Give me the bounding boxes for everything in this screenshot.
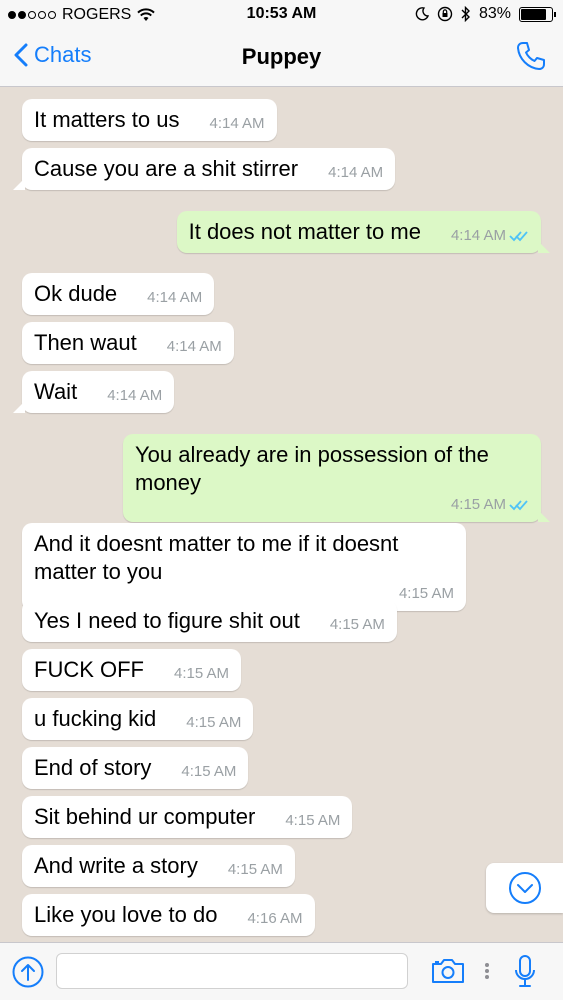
message-bubble[interactable]: And write a story 4:15 AM: [22, 845, 295, 887]
phone-icon: [517, 42, 545, 70]
message-time: 4:14 AM: [328, 164, 384, 181]
message-text: It matters to us: [34, 107, 180, 132]
chat-header: Chats Puppey: [0, 30, 563, 87]
battery-percent: 83%: [478, 5, 511, 22]
call-button[interactable]: [515, 40, 547, 77]
camera-icon: [432, 959, 464, 983]
message-text: Sit behind ur computer: [34, 804, 256, 829]
message-time: 4:14 AM: [147, 289, 203, 306]
message-time: 4:15 AM: [450, 496, 506, 513]
scroll-to-bottom-button[interactable]: [486, 863, 563, 913]
message-time: 4:15 AM: [227, 861, 283, 878]
message-text: Then waut: [34, 330, 137, 355]
message-bubble[interactable]: It matters to us 4:14 AM: [22, 99, 277, 141]
message-bubble[interactable]: Yes I need to figure shit out 4:15 AM: [22, 600, 397, 642]
attach-button[interactable]: [12, 956, 44, 993]
microphone-button[interactable]: [514, 954, 536, 995]
message-text: Yes I need to figure shit out: [34, 608, 300, 633]
message-bubble[interactable]: Cause you are a shit stirrer 4:14 AM: [12, 148, 396, 190]
message-text: You already are in possession of the mon…: [135, 442, 489, 495]
message-bubble[interactable]: Ok dude 4:14 AM: [22, 273, 215, 315]
double-check-icon: [509, 231, 528, 242]
camera-button[interactable]: [430, 957, 466, 990]
contact-name[interactable]: Puppey: [0, 44, 563, 70]
message-time: 4:15 AM: [174, 665, 230, 682]
moon-icon: [415, 7, 429, 21]
message-bubble[interactable]: And it doesnt matter to me if it doesnt …: [22, 523, 466, 611]
message-bubble[interactable]: Sit behind ur computer 4:15 AM: [22, 796, 353, 838]
message-text: Wait: [34, 379, 78, 404]
message-time: 4:15 AM: [285, 812, 341, 829]
message-bubble[interactable]: Then waut 4:14 AM: [22, 322, 234, 364]
more-dots-icon: [485, 963, 489, 979]
message-time: 4:14 AM: [166, 338, 222, 355]
message-bubble[interactable]: Wait 4:14 AM: [12, 371, 175, 413]
message-text: It does not matter to me: [188, 219, 421, 244]
message-time: 4:14 AM: [107, 387, 163, 404]
message-text: Like you love to do: [34, 902, 218, 927]
message-text: And it doesnt matter to me if it doesnt …: [34, 531, 399, 584]
microphone-icon: [515, 955, 535, 987]
rotation-lock-icon: [437, 6, 453, 22]
composer-bar: [0, 942, 563, 1000]
message-time: 4:15 AM: [186, 714, 242, 731]
message-list[interactable]: It matters to us 4:14 AM Cause you are a …: [0, 87, 563, 942]
message-bubble[interactable]: FUCK OFF 4:15 AM: [22, 649, 242, 691]
message-text: Cause you are a shit stirrer: [34, 156, 299, 181]
message-time: 4:14 AM: [450, 227, 506, 244]
message-text: FUCK OFF: [34, 657, 144, 682]
message-input[interactable]: [56, 953, 408, 989]
message-bubble[interactable]: You already are in possession of the mon…: [123, 434, 550, 522]
message-text: Ok dude: [34, 281, 118, 306]
message-bubble[interactable]: It does not matter to me 4:14 AM: [176, 211, 551, 253]
message-time: 4:14 AM: [209, 115, 265, 132]
chevron-down-icon: [508, 872, 541, 904]
bluetooth-icon: [461, 6, 470, 22]
message-bubble[interactable]: End of story 4:15 AM: [22, 747, 249, 789]
message-text: End of story: [34, 755, 152, 780]
message-text: u fucking kid: [34, 706, 157, 731]
message-time: 4:16 AM: [247, 910, 303, 927]
status-bar: ROGERS 10:53 AM 83%: [0, 0, 563, 30]
message-bubble[interactable]: Like you love to do 4:16 AM: [22, 894, 315, 936]
message-text: And write a story: [34, 853, 198, 878]
double-check-icon: [509, 500, 528, 511]
arrow-up-icon: [12, 956, 44, 988]
message-time: 4:15 AM: [181, 763, 237, 780]
message-bubble[interactable]: u fucking kid 4:15 AM: [22, 698, 254, 740]
battery-icon: [519, 6, 556, 22]
message-time: 4:15 AM: [329, 616, 385, 633]
